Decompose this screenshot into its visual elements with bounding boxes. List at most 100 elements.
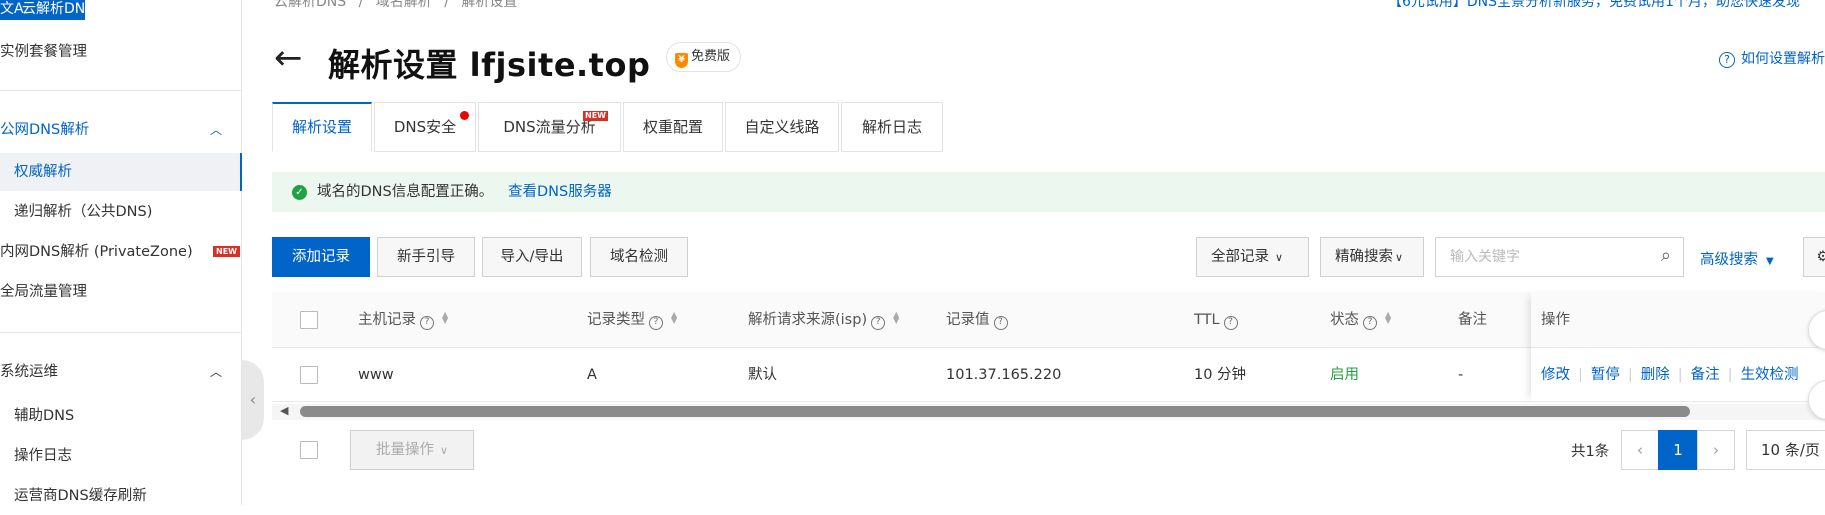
- chevron-up-icon: ︿: [210, 353, 222, 391]
- batch-operation-button[interactable]: 批量操作∨: [350, 430, 474, 470]
- question-icon: ?: [649, 316, 663, 330]
- question-icon: ?: [420, 316, 434, 330]
- tab-weight-config[interactable]: 权重配置: [623, 102, 723, 152]
- next-page-button[interactable]: ›: [1697, 430, 1735, 470]
- sidebar-item-recursive[interactable]: 递归解析（公共DNS): [0, 193, 242, 231]
- question-icon: ?: [1719, 52, 1735, 68]
- action-divider: |: [1578, 367, 1583, 383]
- translate-icon: 文A: [0, 0, 22, 18]
- sidebar-item-private-zone[interactable]: 内网DNS解析 (PrivateZone)NEW: [0, 233, 242, 271]
- row-checkbox[interactable]: [300, 366, 318, 384]
- sidebar: 文A云解析DNS 实例套餐管理 公网DNS解析︿ 权威解析 递归解析（公共DNS…: [0, 0, 242, 505]
- column-header-host[interactable]: 主机记录?▲▼: [358, 292, 448, 348]
- breadcrumb: 云解析DNS / 域名解析 / 解析设置: [274, 0, 517, 11]
- scrollbar-thumb[interactable]: [300, 406, 1690, 417]
- tab-resolve-settings[interactable]: 解析设置: [272, 102, 372, 152]
- record-filter-select[interactable]: 全部记录∨: [1196, 237, 1309, 277]
- guide-button[interactable]: 新手引导: [377, 237, 475, 277]
- cell-value: 101.37.165.220: [946, 348, 1061, 402]
- column-header-ttl: TTL?: [1194, 292, 1238, 348]
- check-circle-icon: ✓: [292, 185, 307, 200]
- cell-type: A: [587, 348, 597, 402]
- settings-button[interactable]: ⚙: [1803, 237, 1825, 277]
- caret-down-icon: ▼: [1766, 256, 1774, 267]
- action-divider: |: [1628, 367, 1633, 383]
- page-number-current[interactable]: 1: [1658, 430, 1698, 470]
- search-icon[interactable]: ⌕: [1661, 245, 1671, 266]
- help-link[interactable]: ?如何设置解析: [1719, 48, 1825, 68]
- back-arrow-icon[interactable]: ←: [274, 38, 303, 78]
- sidebar-item-gtm[interactable]: 全局流量管理: [0, 273, 242, 311]
- sidebar-item-instance-plans[interactable]: 实例套餐管理: [0, 33, 242, 71]
- promo-link[interactable]: 【6元试用】DNS全景分析新服务，免费试用1个月，助您快速发现: [1388, 0, 1800, 11]
- column-header-remark: 备注: [1458, 292, 1487, 348]
- cell-isp: 默认: [748, 348, 777, 402]
- new-badge: NEW: [583, 111, 608, 121]
- advanced-search-link[interactable]: 高级搜索▼: [1700, 248, 1774, 269]
- remark-link[interactable]: 备注: [1691, 367, 1720, 383]
- chevron-up-icon: ︿: [210, 111, 222, 149]
- tab-dns-security[interactable]: DNS安全: [374, 102, 476, 152]
- question-icon: ?: [1363, 316, 1377, 330]
- footer-select-all-checkbox[interactable]: [300, 441, 318, 459]
- row-actions: 修改|暂停|删除|备注|生效检测: [1541, 348, 1799, 402]
- column-header-value: 记录值?: [946, 292, 1008, 348]
- chevron-left-icon: ‹: [1637, 441, 1643, 459]
- prev-page-button[interactable]: ‹: [1621, 430, 1659, 470]
- tab-custom-lines[interactable]: 自定义线路: [725, 102, 839, 152]
- view-dns-servers-link[interactable]: 查看DNS服务器: [508, 172, 612, 212]
- column-header-status[interactable]: 状态?▲▼: [1330, 292, 1391, 348]
- check-effect-link[interactable]: 生效检测: [1741, 367, 1799, 383]
- scroll-left-icon[interactable]: ◀: [280, 404, 288, 417]
- search-input[interactable]: [1436, 238, 1646, 276]
- cell-remark: -: [1458, 348, 1463, 402]
- sort-icon[interactable]: ▲▼: [893, 312, 899, 324]
- gear-icon: ⚙: [1817, 249, 1825, 265]
- page-size-select[interactable]: 10 条/页: [1746, 430, 1825, 470]
- sidebar-item-operation-log[interactable]: 操作日志: [0, 437, 242, 475]
- chevron-down-icon: ∨: [1275, 251, 1283, 264]
- edition-badge: ¥免费版: [666, 42, 741, 72]
- column-header-isp[interactable]: 解析请求来源(isp)?▲▼: [748, 292, 899, 348]
- total-count: 共1条: [1571, 440, 1609, 461]
- select-all-checkbox[interactable]: [300, 311, 318, 329]
- tab-resolve-logs[interactable]: 解析日志: [841, 102, 943, 152]
- product-logo: 文A云解析DNS: [0, 0, 85, 20]
- sidebar-item-cache-refresh[interactable]: 运营商DNS缓存刷新: [0, 477, 242, 515]
- chevron-down-icon: ∨: [1395, 251, 1403, 264]
- sidebar-item-authoritative[interactable]: 权威解析: [0, 153, 242, 191]
- sidebar-collapse-handle[interactable]: ‹: [242, 360, 264, 440]
- cell-ttl: 10 分钟: [1194, 348, 1246, 402]
- notification-dot: [460, 111, 469, 120]
- sidebar-divider: [0, 332, 242, 333]
- search-box: ⌕: [1435, 237, 1684, 277]
- tab-dns-traffic[interactable]: DNS流量分析NEW: [478, 102, 621, 152]
- delete-link[interactable]: 删除: [1641, 367, 1670, 383]
- chevron-down-icon: ∨: [440, 444, 448, 457]
- dns-status-notice: ✓ 域名的DNS信息配置正确。 查看DNS服务器: [272, 172, 1825, 212]
- search-mode-select[interactable]: 精确搜索∨: [1320, 237, 1424, 277]
- sort-icon[interactable]: ▲▼: [671, 312, 677, 324]
- question-icon: ?: [1224, 316, 1238, 330]
- new-badge: NEW: [213, 246, 240, 257]
- action-divider: |: [1678, 367, 1683, 383]
- sidebar-divider: [0, 90, 242, 91]
- pause-link[interactable]: 暂停: [1591, 367, 1620, 383]
- sidebar-group-ops[interactable]: 系统运维︿: [0, 353, 242, 391]
- sort-icon[interactable]: ▲▼: [1385, 312, 1391, 324]
- edit-link[interactable]: 修改: [1541, 367, 1570, 383]
- sidebar-item-secondary-dns[interactable]: 辅助DNS: [0, 397, 242, 435]
- chevron-right-icon: ›: [1713, 441, 1719, 459]
- sidebar-group-public-dns[interactable]: 公网DNS解析︿: [0, 111, 242, 149]
- import-export-button[interactable]: 导入/导出: [482, 237, 582, 277]
- column-header-type[interactable]: 记录类型?▲▼: [587, 292, 677, 348]
- domain-check-button[interactable]: 域名检测: [590, 237, 688, 277]
- shield-icon: ¥: [675, 53, 688, 68]
- add-record-button[interactable]: 添加记录: [272, 237, 370, 277]
- cell-status: 启用: [1330, 348, 1359, 402]
- breadcrumb-item[interactable]: 云解析DNS: [274, 0, 346, 10]
- breadcrumb-item[interactable]: 域名解析: [376, 0, 432, 10]
- question-icon: ?: [994, 316, 1008, 330]
- cell-host: www: [358, 348, 394, 402]
- sort-icon[interactable]: ▲▼: [442, 312, 448, 324]
